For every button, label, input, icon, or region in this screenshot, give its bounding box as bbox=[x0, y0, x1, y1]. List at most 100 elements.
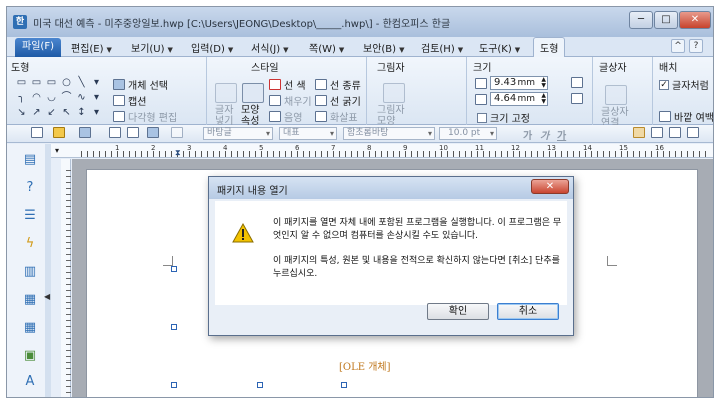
rect-shape-icon[interactable]: ▭ bbox=[15, 76, 28, 90]
style-combo[interactable]: 바탕글 bbox=[203, 127, 273, 140]
width-spinbox[interactable]: 9.43 mm ▲ ▼ bbox=[490, 76, 548, 90]
list-icon[interactable]: ☰ bbox=[22, 208, 38, 224]
text-art-icon[interactable]: A bbox=[22, 374, 38, 390]
page-icon[interactable]: ▦ bbox=[22, 292, 38, 308]
font-size-field[interactable]: 10.0 pt bbox=[439, 127, 497, 140]
align-center-button[interactable] bbox=[651, 127, 663, 138]
horizontal-ruler[interactable]: ▾ 1 2 3 4 5 6 7 8 9 10 11 12 13 14 15 16… bbox=[51, 144, 713, 158]
caption-button[interactable]: 캡션 bbox=[113, 93, 146, 108]
ribbon-collapse-icon[interactable]: ^ bbox=[671, 39, 685, 53]
hwp-app-icon[interactable]: 한 bbox=[13, 15, 27, 29]
arrow-shape-icon[interactable]: ↕ bbox=[75, 106, 88, 120]
spin-arrows-icon[interactable]: ▲ ▼ bbox=[541, 77, 546, 89]
book-icon[interactable]: ▤ bbox=[22, 152, 38, 168]
cancel-button[interactable]: 취소 bbox=[497, 303, 559, 320]
tab-review[interactable]: 검토(H) ▼ bbox=[421, 40, 463, 55]
curve-shape-icon[interactable]: ◠ bbox=[30, 91, 43, 105]
size-option-icon[interactable] bbox=[571, 93, 583, 104]
line-color-button[interactable]: 선 색 bbox=[269, 77, 306, 92]
fill-button[interactable]: 채우기 bbox=[269, 93, 312, 108]
bold-button[interactable]: 가 bbox=[523, 127, 532, 142]
polygon-edit-button[interactable]: 다각형 편집 bbox=[113, 109, 177, 124]
select-object-button[interactable]: 개체 선택 bbox=[113, 77, 168, 92]
italic-button[interactable]: 가 bbox=[540, 127, 549, 142]
arrow-shape-icon[interactable]: ↗ bbox=[30, 106, 43, 120]
treat-as-char-checkbox[interactable]: ✓ 글자처럼 bbox=[659, 77, 709, 92]
checkbox-icon[interactable] bbox=[477, 112, 487, 123]
undo-button[interactable] bbox=[147, 127, 159, 138]
char-wrap-button[interactable]: 글자 넣기 bbox=[215, 83, 237, 127]
align-right-button[interactable] bbox=[669, 127, 681, 138]
preview-button[interactable] bbox=[127, 127, 139, 138]
document-icon[interactable]: ▥ bbox=[22, 264, 38, 280]
gallery-more-icon[interactable]: ▾ bbox=[90, 106, 103, 120]
height-field[interactable]: 4.64 mm ▲ ▼ bbox=[475, 92, 548, 106]
freeform-shape-icon[interactable]: ∿ bbox=[75, 91, 88, 105]
resize-handle[interactable] bbox=[171, 382, 177, 388]
tab-edit[interactable]: 편집(E) ▼ bbox=[71, 40, 112, 55]
checkbox-checked-icon[interactable]: ✓ bbox=[659, 79, 669, 90]
indent-marker-icon[interactable]: ⧗ bbox=[175, 148, 181, 157]
vertical-ruler[interactable] bbox=[61, 159, 71, 397]
resize-handle[interactable] bbox=[257, 382, 263, 388]
arrow-shape-icon[interactable]: ↙ bbox=[45, 106, 58, 120]
help-icon[interactable]: ? bbox=[22, 180, 38, 196]
lightning-icon[interactable]: ϟ bbox=[22, 236, 38, 252]
print-button[interactable] bbox=[109, 127, 121, 138]
rect-shape-icon[interactable]: ▭ bbox=[30, 76, 43, 90]
file-menu-tab[interactable]: 파일(F) bbox=[15, 38, 61, 57]
minimize-button[interactable]: ─ bbox=[629, 11, 653, 29]
shade-button[interactable]: 음영 bbox=[269, 109, 302, 124]
tab-insert[interactable]: 입력(D) ▼ bbox=[191, 40, 233, 55]
arrow-shape-icon[interactable]: ↘ bbox=[15, 106, 28, 120]
close-window-button[interactable]: ✕ bbox=[679, 11, 711, 29]
underline-button[interactable]: 가 bbox=[557, 127, 566, 142]
rect-shape-icon[interactable]: ▭ bbox=[45, 76, 58, 90]
line-shape-icon[interactable]: ╲ bbox=[75, 76, 88, 90]
dialog-close-button[interactable]: ✕ bbox=[531, 179, 569, 194]
resize-handle[interactable] bbox=[341, 382, 347, 388]
curve-shape-icon[interactable]: ◡ bbox=[45, 91, 58, 105]
arc-shape-icon[interactable]: ╮ bbox=[15, 91, 28, 105]
shape-properties-button[interactable]: 모양 속성 bbox=[241, 83, 265, 127]
line-width-button[interactable]: 선 굵기 bbox=[315, 93, 361, 108]
align-justify-button[interactable] bbox=[687, 127, 699, 138]
gallery-more-icon[interactable]: ▾ bbox=[90, 76, 103, 90]
dialog-title-bar[interactable]: 패키지 내용 열기 ✕ bbox=[209, 177, 573, 199]
ellipse-shape-icon[interactable]: ○ bbox=[60, 76, 73, 90]
image-icon[interactable]: ▣ bbox=[22, 348, 38, 364]
arrow-button[interactable]: 화살표 bbox=[315, 109, 358, 124]
tab-page[interactable]: 쪽(W) ▼ bbox=[309, 40, 344, 55]
resize-handle[interactable] bbox=[171, 266, 177, 272]
shadow-shape-button[interactable]: 그림자 모양 bbox=[377, 83, 411, 127]
sidebar-collapse-handle[interactable]: ◀ bbox=[44, 144, 51, 397]
font-combo[interactable]: 함초롬바탕 bbox=[343, 127, 435, 140]
open-button[interactable] bbox=[53, 127, 65, 138]
line-kind-button[interactable]: 선 종류 bbox=[315, 77, 361, 92]
align-left-button[interactable] bbox=[633, 127, 645, 138]
outer-margin-button[interactable]: 바깥 여백 bbox=[659, 109, 713, 124]
fixed-size-checkbox[interactable]: 크기 고정 bbox=[477, 110, 530, 125]
tab-tools[interactable]: 도구(K) ▼ bbox=[479, 40, 520, 55]
tab-security[interactable]: 보안(B) ▼ bbox=[363, 40, 404, 55]
help-icon[interactable]: ? bbox=[689, 39, 703, 53]
tab-view[interactable]: 보기(U) ▼ bbox=[131, 40, 173, 55]
maximize-button[interactable]: □ bbox=[654, 11, 678, 29]
textbox-link-button[interactable]: 글상자 연결 bbox=[601, 85, 631, 129]
size-option-icon[interactable] bbox=[571, 77, 583, 88]
arc-shape-icon[interactable]: ⌒ bbox=[60, 91, 73, 105]
width-field[interactable]: 9.43 mm ▲ ▼ bbox=[475, 76, 548, 90]
tab-format[interactable]: 서식(J) ▼ bbox=[251, 40, 289, 55]
arrow-shape-icon[interactable]: ↖ bbox=[60, 106, 73, 120]
height-spinbox[interactable]: 4.64 mm ▲ ▼ bbox=[490, 92, 548, 106]
spin-arrows-icon[interactable]: ▲ ▼ bbox=[541, 93, 546, 105]
para-combo[interactable]: 대표 bbox=[279, 127, 337, 140]
ole-object-label[interactable]: [OLE 개체] bbox=[339, 358, 391, 373]
tab-shape[interactable]: 도형 bbox=[533, 37, 566, 58]
gallery-more-icon[interactable]: ▾ bbox=[90, 91, 103, 105]
ruler-corner-icon[interactable]: ▾ bbox=[55, 146, 59, 155]
table-icon[interactable]: ▦ bbox=[22, 320, 38, 336]
new-doc-button[interactable] bbox=[31, 127, 43, 138]
ok-button[interactable]: 확인 bbox=[427, 303, 489, 320]
redo-button[interactable] bbox=[171, 127, 183, 138]
